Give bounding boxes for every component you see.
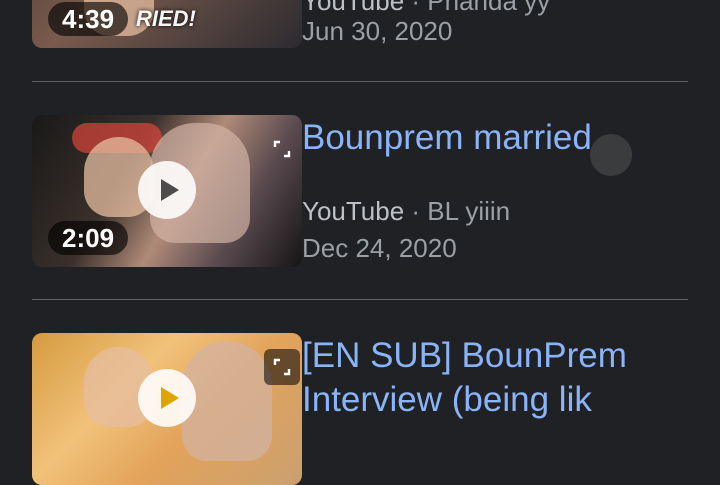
play-icon[interactable] <box>138 369 196 427</box>
result-source: YouTube · BL yiiin <box>302 196 511 226</box>
result-title-link-line2[interactable]: Interview (being lik <box>302 378 656 422</box>
expand-icon[interactable] <box>264 349 300 385</box>
touch-ripple <box>590 134 632 176</box>
video-duration: 4:39 <box>48 2 129 36</box>
video-thumbnail[interactable]: 2:09 <box>32 115 302 267</box>
divider <box>32 81 688 82</box>
result-date: Dec 24, 2020 <box>302 233 457 263</box>
divider <box>32 299 688 300</box>
expand-icon[interactable] <box>264 131 300 167</box>
thumbnail-caption: RIED! <box>136 6 196 31</box>
play-icon[interactable] <box>138 161 196 219</box>
result-date: Jun 30, 2020 <box>302 16 453 46</box>
video-thumbnail[interactable] <box>32 333 302 485</box>
result-source: YouTube · Phanda yy <box>302 0 551 16</box>
video-thumbnail[interactable]: RIED! 4:39 <box>32 0 302 48</box>
video-duration: 2:09 <box>48 221 129 255</box>
result-title-link[interactable]: [EN SUB] BounPrem <box>302 334 656 378</box>
